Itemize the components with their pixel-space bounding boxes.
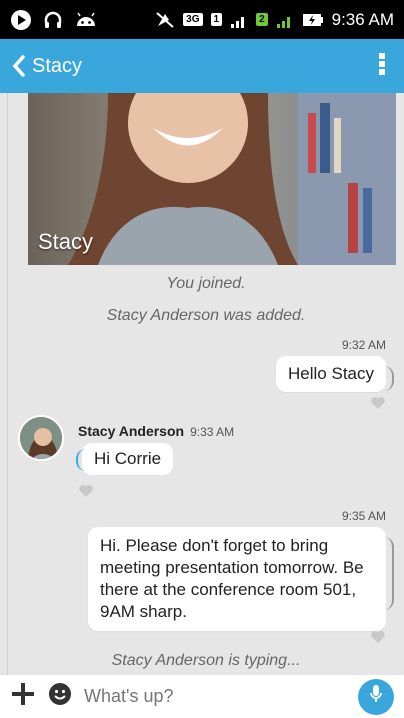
scroll-edge bbox=[0, 93, 8, 675]
message-composer bbox=[0, 675, 404, 718]
mic-button[interactable] bbox=[358, 678, 394, 715]
status-left bbox=[10, 9, 98, 31]
signal-icon-2 bbox=[276, 12, 294, 28]
typing-indicator: Stacy Anderson is typing... bbox=[111, 652, 301, 669]
mute-icon bbox=[155, 11, 175, 29]
status-right: 3G 1 2 9:36 AM bbox=[155, 10, 394, 30]
contact-photo: Stacy bbox=[28, 93, 396, 265]
status-time: 9:36 AM bbox=[331, 9, 394, 29]
app-bar: Stacy bbox=[0, 39, 404, 93]
avatar[interactable] bbox=[18, 415, 64, 461]
mic-icon bbox=[369, 684, 383, 709]
headphones-icon bbox=[42, 9, 64, 31]
sim2-badge: 2 bbox=[256, 13, 268, 26]
outgoing-message[interactable]: Hello Stacy bbox=[276, 356, 394, 392]
network-3g-badge: 3G bbox=[183, 13, 203, 26]
android-icon bbox=[74, 10, 98, 30]
battery-icon bbox=[302, 12, 324, 28]
like-heart-icon[interactable] bbox=[370, 629, 386, 645]
chevron-left-icon bbox=[12, 55, 26, 77]
signal-icon bbox=[230, 12, 248, 28]
status-bar: 3G 1 2 9:36 AM bbox=[0, 0, 404, 39]
sender-header: Stacy Anderson 9:33 AM bbox=[78, 423, 234, 439]
like-heart-icon[interactable] bbox=[78, 483, 94, 499]
system-message-added: Stacy Anderson was added. bbox=[106, 307, 306, 324]
sim1-badge: 1 bbox=[210, 13, 223, 26]
system-message-joined: You joined. bbox=[166, 275, 246, 292]
add-button[interactable] bbox=[10, 681, 36, 712]
chat-area[interactable]: Stacy You joined. Stacy Anderson was add… bbox=[8, 93, 404, 675]
more-vertical-icon bbox=[378, 52, 386, 81]
emoji-icon[interactable] bbox=[48, 682, 72, 711]
play-icon bbox=[10, 9, 32, 31]
like-heart-icon[interactable] bbox=[370, 395, 386, 411]
message-time: 9:32 AM bbox=[341, 338, 386, 352]
message-time: 9:35 AM bbox=[341, 509, 386, 523]
more-options-button[interactable] bbox=[360, 39, 404, 93]
chat-title: Stacy bbox=[32, 54, 83, 77]
photo-caption: Stacy bbox=[38, 229, 94, 254]
back-button[interactable]: Stacy bbox=[0, 39, 94, 93]
outgoing-message[interactable]: Hi. Please don't forget to bring meeting… bbox=[88, 527, 394, 631]
sender-name: Stacy Anderson bbox=[78, 423, 185, 439]
message-input[interactable] bbox=[84, 686, 346, 707]
sender-time: 9:33 AM bbox=[190, 425, 235, 439]
incoming-message[interactable]: Hi Corrie bbox=[75, 443, 174, 475]
